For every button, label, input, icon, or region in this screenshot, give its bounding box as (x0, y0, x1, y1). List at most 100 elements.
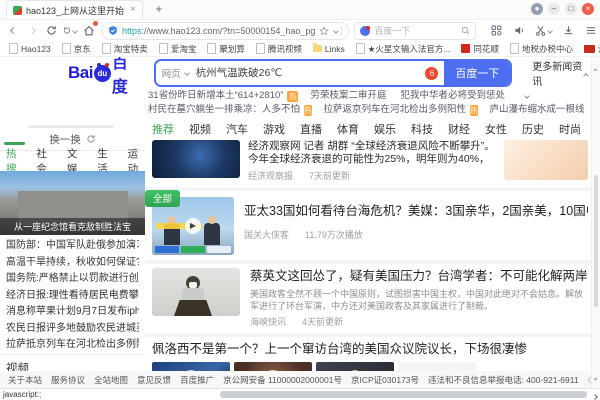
vertical-scrollbar[interactable] (591, 57, 600, 388)
scroll-up-icon[interactable] (594, 59, 597, 77)
bookmark-item[interactable]: 地税办税中心 (510, 43, 573, 55)
article-video-taiwan[interactable]: 全部 ▶ 亚太 (152, 195, 588, 255)
list-item[interactable]: 农民日报评多地鼓励农民进城买房 (6, 321, 139, 338)
feed-tab[interactable]: 体育 (337, 121, 359, 137)
feed-tab[interactable]: 历史 (522, 121, 544, 137)
photo-caption[interactable]: 从一座纪念馆看克敌制胜法宝 (0, 218, 145, 235)
forward-button[interactable] (25, 23, 39, 39)
profile-avatar[interactable]: ● (531, 3, 543, 15)
article-time: 7天前更新 (309, 169, 350, 182)
list-item[interactable]: 经济日报:理性看待居民电费攀升 (6, 288, 139, 305)
horizontal-scrollbar-thumb[interactable] (220, 391, 587, 398)
minimize-button[interactable]: – (548, 3, 560, 15)
article-side-image[interactable] (504, 140, 588, 180)
footer-link[interactable]: 关于本站 (8, 374, 42, 386)
bookmark-item[interactable]: 爱淘宝 (159, 43, 197, 55)
hot-badge: 热 (470, 105, 478, 116)
bookmark-star-icon[interactable] (319, 26, 329, 36)
address-bar[interactable]: https://www.hao123.com/?tn=50000154_hao_… (101, 22, 349, 40)
menu-hamburger-icon[interactable] (584, 23, 598, 39)
article-tsai[interactable]: 蔡英文这回怂了，疑有美国压力？台湾学者：不可能化解两岸分歧 美国政客全然不顾一个… (152, 268, 588, 328)
bookmark-item[interactable]: 同花顺 (461, 43, 499, 55)
ticker-link[interactable]: 拉萨返京列车在河北检出多例阳性 (324, 103, 467, 117)
tab-close-icon[interactable]: × (130, 5, 136, 15)
chevron-down-icon (184, 70, 190, 76)
security-shield-icon[interactable] (108, 25, 118, 36)
scroll-down-icon[interactable] (594, 367, 597, 385)
apps-grid-icon[interactable] (489, 23, 503, 39)
bookmark-item[interactable]: Hao123 (9, 43, 51, 54)
ticker-link[interactable]: 庐山瀑布缩水成一根线 (490, 103, 585, 117)
ticker-link[interactable]: 村民在墓穴躺坐一排乘凉：人多不怕 (148, 103, 300, 117)
toolbar-search-box[interactable]: 百度一下 (354, 22, 476, 40)
maximize-button[interactable]: □ (565, 3, 577, 15)
bookmark-folder[interactable]: Links (313, 44, 345, 54)
article-title[interactable]: 佩洛西不是第一个？上一个窜访台湾的美国众议院议长，下场很凄惨 (152, 341, 588, 358)
new-tab-button[interactable]: + (151, 3, 167, 17)
search-scope-select[interactable]: 网页 (162, 66, 189, 80)
bookmark-item[interactable]: 河北CA (584, 43, 600, 55)
undo-dropdown-icon[interactable] (72, 28, 78, 34)
feed-tab[interactable]: 娱乐 (374, 121, 396, 137)
scissors-dropdown-icon[interactable] (548, 28, 554, 34)
home-button[interactable] (82, 23, 96, 39)
article-economy[interactable]: 经济观察网 记者 胡群 “全球经济衰退风险不断攀升”。今年全球经济衰退的可能性为… (152, 140, 588, 182)
list-item[interactable]: 高温干旱持续，秋收如何保证? (6, 255, 139, 272)
footer-link[interactable]: 全站地图 (94, 374, 128, 386)
collapse-header-icon[interactable] (584, 65, 588, 83)
bookmark-item[interactable]: 腾讯视频 (256, 43, 302, 55)
article-title[interactable]: 亚太33国如何看待台海危机？美媒：3国亲华，2国亲美，10国中立 (244, 203, 588, 220)
article-thumbnail[interactable] (152, 140, 240, 178)
footer-link[interactable]: 百度推广 (180, 374, 214, 386)
bookmark-item[interactable]: ★火星文输入法官方... (356, 43, 451, 55)
feed-tabs: 推荐 视频 汽车 游戏 直播 体育 娱乐 科技 财经 女性 历史 时尚 (152, 121, 588, 136)
bookmark-item[interactable]: 聚划算 (207, 43, 245, 55)
feed-tab[interactable]: 汽车 (226, 121, 248, 137)
article-thumbnail[interactable] (152, 268, 240, 316)
article-title[interactable]: 蔡英文这回怂了，疑有美国压力？台湾学者：不可能化解两岸分歧 (250, 268, 588, 285)
undo-button[interactable] (63, 23, 77, 39)
list-item[interactable]: 拉萨抵京列车在河北检出多例阳性 (6, 337, 139, 354)
icp-text[interactable]: 京ICP证030173号 (351, 374, 419, 386)
search-submit-button[interactable]: 百度一下 (444, 61, 510, 85)
bookmark-item[interactable]: 淘宝特卖 (102, 43, 148, 55)
download-icon[interactable] (561, 23, 575, 39)
list-item[interactable]: 国防部：中国军队赴俄参加演习 (6, 238, 139, 255)
feed-tab[interactable]: 女性 (485, 121, 507, 137)
article-pelosi[interactable]: 佩洛西不是第一个？上一个窜访台湾的美国众议院议长，下场很凄惨 点击更多 (152, 341, 588, 374)
search-input[interactable] (194, 66, 421, 80)
feed-tab[interactable]: 视频 (189, 121, 211, 137)
sidebar-photo[interactable]: 从一座纪念馆看克敌制胜法宝 (0, 171, 145, 235)
url-text[interactable]: https://www.hao123.com/?tn=50000154_hao_… (122, 26, 315, 36)
list-item[interactable]: 消息称苹果计划9月7日发布iphone14 (6, 304, 139, 321)
footer-link[interactable]: 服务协议 (51, 374, 85, 386)
star-dropdown-icon[interactable] (334, 28, 340, 34)
feed-tab[interactable]: 科技 (411, 121, 433, 137)
scrollbar-thumb[interactable] (594, 175, 598, 307)
camera-search-badge[interactable]: 6 (425, 67, 438, 80)
ticker-link[interactable]: 劳荣枝案二审开庭 (310, 89, 386, 103)
refresh-button[interactable] (44, 23, 58, 39)
back-button[interactable] (6, 23, 20, 39)
article-title[interactable]: 经济观察网 记者 胡群 “全球经济衰退风险不断攀升”。今年全球经济衰退的可能性为… (248, 140, 496, 166)
browser-tab[interactable]: hao123_上网从这里开始 × (6, 0, 143, 19)
feed-tab[interactable]: 财经 (448, 121, 470, 137)
beian-text[interactable]: 京公网安备 11000002000001号 (223, 374, 342, 386)
ticker-link[interactable]: 犯我中华者必将受到惩处 (400, 89, 505, 103)
category-badge[interactable]: 全部 (145, 190, 180, 207)
feed-tab[interactable]: 游戏 (263, 121, 285, 137)
feed-tab[interactable]: 时尚 (559, 121, 581, 137)
ticker-link[interactable]: 31省份昨日新增本土“614+2810” (148, 89, 283, 103)
search-icon[interactable] (461, 26, 470, 35)
close-window-button[interactable]: × (582, 3, 594, 15)
scroll-right-icon[interactable] (593, 392, 597, 400)
play-icon[interactable]: ▶ (185, 218, 201, 234)
ticker-expand-icon[interactable] (525, 89, 529, 103)
bookmark-item[interactable]: 京东 (62, 43, 91, 55)
feed-tab[interactable]: 直播 (300, 121, 322, 137)
audio-speaker-icon[interactable] (512, 23, 526, 39)
screenshot-scissors-icon[interactable] (535, 23, 552, 39)
footer-link[interactable]: 意见反馈 (137, 374, 171, 386)
feed-tab[interactable]: 推荐 (152, 121, 174, 137)
list-item[interactable]: 国务院:严格禁止以罚款进行创收 (6, 271, 139, 288)
